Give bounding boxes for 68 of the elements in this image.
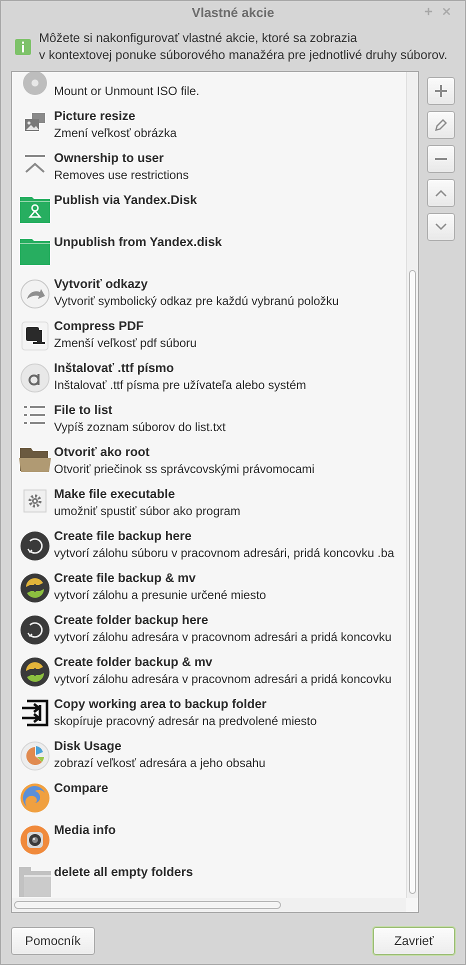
action-title: File to list: [54, 402, 112, 419]
action-title: Copy working area to backup folder: [54, 696, 267, 713]
action-title: Media info: [54, 822, 116, 839]
pencil-icon: [434, 118, 448, 132]
add-button[interactable]: [427, 77, 455, 105]
action-title: Publish via Yandex.Disk: [54, 192, 197, 209]
info-icon: [15, 39, 31, 55]
action-title: Create folder backup & mv: [54, 654, 212, 671]
action-title: Inštalovať .ttf písmo: [54, 360, 174, 377]
pie-chart-icon: [20, 741, 50, 771]
window-title: Vlastné akcie: [192, 4, 274, 20]
refresh-icon: [20, 531, 50, 561]
lens-icon: [20, 825, 50, 855]
scrollbar-thumb[interactable]: [409, 270, 416, 894]
action-description: zobrazí veľkosť adresára a jeho obsahu: [54, 755, 266, 772]
document-icon: [21, 321, 49, 351]
vertical-scrollbar[interactable]: [406, 72, 418, 898]
action-description: Zmenší veľkosť pdf súboru: [54, 335, 197, 352]
action-description: Zmení veľkosť obrázka: [54, 125, 177, 142]
action-description: Removes use restrictions: [54, 167, 189, 184]
action-title: Compare: [54, 780, 108, 797]
close-icon[interactable]: [442, 7, 451, 16]
letter-icon: [20, 363, 50, 393]
up-button[interactable]: [427, 179, 455, 207]
action-description: vytvorí zálohu a presunie určené miesto: [54, 587, 266, 604]
action-title: Picture resize: [54, 108, 136, 125]
action-description: Mount or Unmount ISO file.: [54, 83, 200, 100]
action-description: Otvoriť priečinok ss správcovskými právomocami: [54, 461, 315, 478]
action-title: Unpublish from Yandex.disk: [54, 234, 222, 251]
folder-icon: [19, 867, 51, 897]
action-title: Create folder backup here: [54, 612, 208, 629]
action-title: Ownership to user: [54, 150, 164, 167]
list-icon: [24, 405, 46, 425]
plus-icon[interactable]: [424, 7, 433, 16]
refresh-icon: [20, 615, 50, 645]
action-title: Create file backup here: [54, 528, 192, 545]
info-text: Môžete si nakonfigurovať vlastné akcie, ktoré sa zobrazia v kontextovej ponuke súborového manažéra pre jednotlivé druhy súborov.: [39, 30, 448, 64]
folder-icon: [19, 447, 51, 473]
action-title: Vytvoriť odkazy: [54, 276, 148, 293]
remove-button[interactable]: [427, 145, 455, 173]
arrow-box-icon: [20, 699, 50, 727]
sync-icon: [20, 657, 50, 687]
action-title: Make file executable: [54, 486, 175, 503]
down-button[interactable]: [427, 213, 455, 241]
action-description: Vypíš zoznam súborov do list.txt: [54, 419, 226, 436]
swirl-icon: [20, 783, 50, 813]
gear-icon: [23, 489, 47, 513]
help-button[interactable]: Pomocník: [11, 927, 95, 955]
action-description: vytvorí zálohu adresára v pracovnom adresári a pridá koncovku: [54, 671, 392, 688]
scrollbar-thumb[interactable]: [14, 901, 281, 909]
horizontal-scrollbar[interactable]: [12, 898, 406, 912]
action-title: Disk Usage: [54, 738, 122, 755]
edit-button[interactable]: [427, 111, 455, 139]
action-description: umožniť spustiť súbor ako program: [54, 503, 240, 520]
add-icon: [434, 84, 448, 98]
action-title: Otvoriť ako root: [54, 444, 150, 461]
action-description: skopíruje pracovný adresár na predvolené miesto: [54, 713, 317, 730]
sync-icon: [20, 573, 50, 603]
close-button[interactable]: Zavrieť: [373, 927, 455, 955]
action-description: Vytvoriť symbolický odkaz pre každú vybranú položku: [54, 293, 339, 310]
action-description: vytvorí zálohu adresára v pracovnom adresári a pridá koncovku: [54, 629, 392, 646]
action-title: Create file backup & mv: [54, 570, 196, 587]
action-title: Compress PDF: [54, 318, 144, 335]
folder-icon: [20, 195, 50, 223]
action-description: Inštalovať .ttf písma pre užívateľa alebo systém: [54, 377, 306, 394]
action-title: delete all empty folders: [54, 864, 193, 881]
folder-icon: [20, 237, 50, 265]
action-description: vytvorí zálohu súboru v pracovnom adresári, pridá koncovku .ba: [54, 545, 394, 562]
